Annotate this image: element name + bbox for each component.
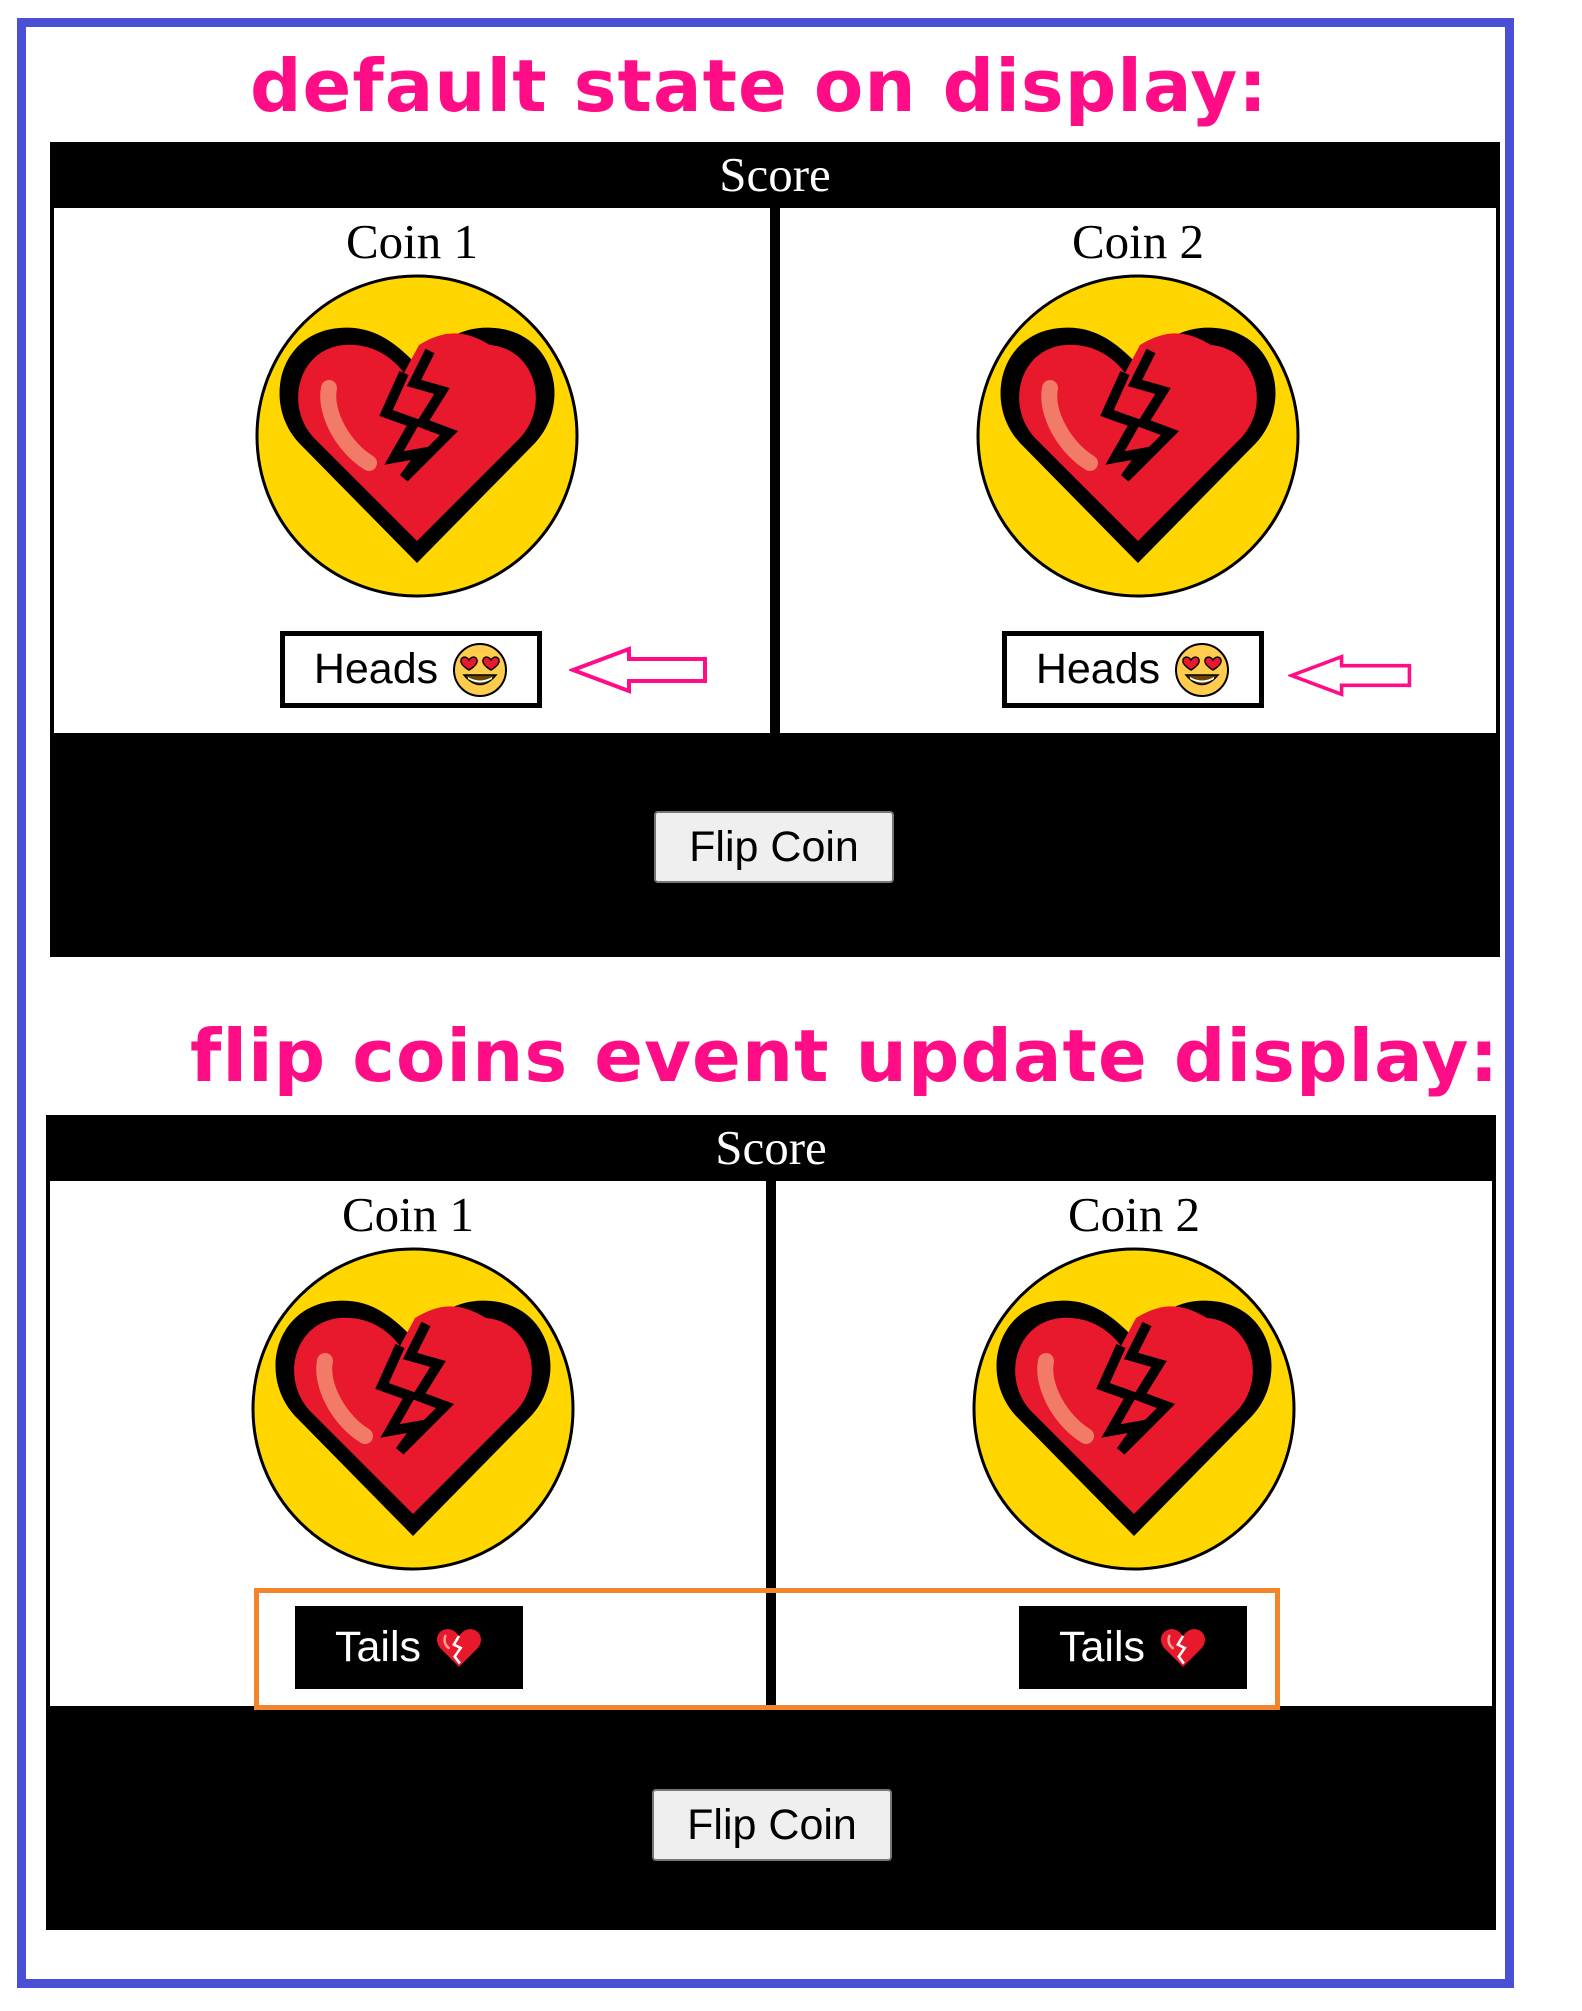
coin-2-column: Coin 2 Heads — [780, 208, 1496, 733]
coin-2-label: Coin 2 — [1071, 214, 1205, 269]
coins-row: Coin 1 Heads Coin 2 Heads — [54, 208, 1496, 733]
coin-2-label: Coin 2 — [1067, 1187, 1201, 1242]
coin-1-result-text: Heads — [313, 645, 439, 693]
score-panel-default: Score Coin 1 Heads Coin 2 Heads Flip Coi… — [50, 142, 1500, 957]
tails-results-highlight — [254, 1588, 1280, 1710]
coin-1-label: Coin 1 — [341, 1187, 475, 1242]
coin-1-result-badge: Heads — [280, 631, 542, 708]
broken-heart-icon — [254, 273, 580, 599]
score-title: Score — [715, 1120, 827, 1175]
left-arrow-icon — [1288, 654, 1412, 697]
heart-eyes-emoji-icon — [453, 642, 508, 697]
left-arrow-icon — [569, 646, 707, 694]
coin-1-column: Coin 1 Heads — [54, 208, 770, 733]
flip-coin-button[interactable]: Flip Coin — [654, 811, 894, 883]
score-panel-updated: Score Coin 1 Tails Coin 2 Tails Flip Coi… — [46, 1115, 1496, 1930]
broken-heart-icon — [975, 273, 1301, 599]
default-state-heading: default state on display: — [250, 44, 1269, 128]
heart-eyes-emoji-icon — [1175, 642, 1230, 697]
broken-heart-icon — [250, 1246, 576, 1572]
coin-1-label: Coin 1 — [345, 214, 479, 269]
coin-2-result-badge: Heads — [1002, 631, 1264, 708]
coin-2-result-text: Heads — [1035, 645, 1161, 693]
score-title: Score — [719, 147, 831, 202]
flip-coin-button[interactable]: Flip Coin — [652, 1789, 892, 1861]
broken-heart-icon — [971, 1246, 1297, 1572]
updated-state-heading: flip coins event update display: — [190, 1014, 1500, 1098]
